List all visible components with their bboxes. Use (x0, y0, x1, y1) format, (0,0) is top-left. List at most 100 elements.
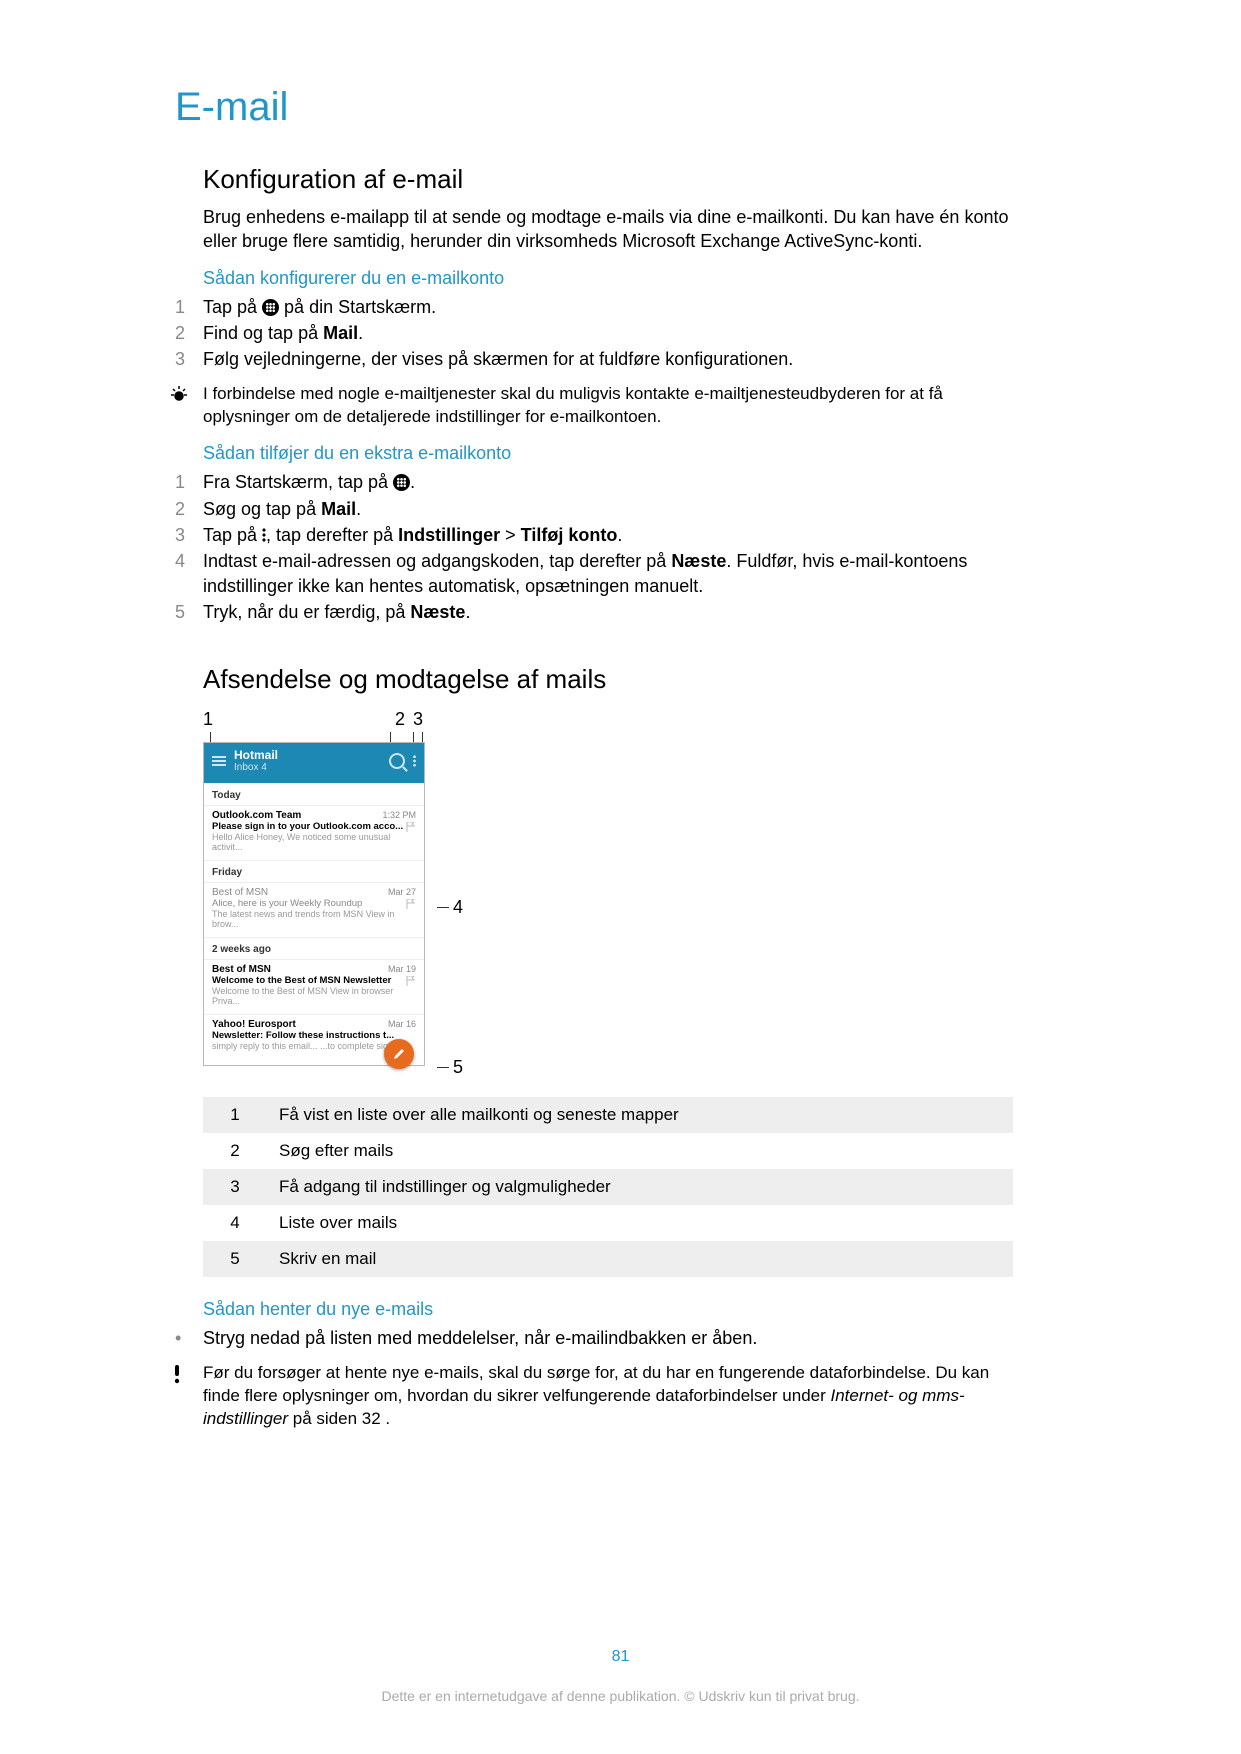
text-bold: Næste (410, 602, 465, 622)
text: Tap på (203, 525, 262, 545)
tip-text: I forbindelse med nogle e-mailtjenester … (203, 383, 1013, 429)
step-text: Følg vejledningerne, der vises på skærme… (203, 347, 1013, 371)
step-text: Tap på , tap derefter på Indstillinger >… (203, 523, 1013, 547)
screenshot-figure: 1 2 3 Hotmail Inbox 4 Today (203, 709, 1013, 1069)
legend-num: 3 (203, 1169, 267, 1205)
step-text: Find og tap på Mail. (203, 321, 1013, 345)
mail-group-header: Today (204, 783, 424, 805)
lightbulb-icon (169, 383, 203, 429)
text-bold: Indstillinger (398, 525, 500, 545)
step-text: Tryk, når du er færdig, på Næste. (203, 600, 1013, 624)
intro-paragraph: Brug enhedens e-mailapp til at sende og … (203, 205, 1013, 254)
step-number: 4 (175, 549, 203, 598)
mail-account-name: Hotmail (234, 749, 381, 762)
table-row: 4Liste over mails (203, 1205, 1013, 1241)
warning-note: Før du forsøger at hente nye e-mails, sk… (203, 1362, 1013, 1431)
mail-from: Best of MSN (212, 964, 271, 975)
text: . (358, 323, 363, 343)
callout-3: 3 (405, 709, 423, 730)
text: , tap derefter på (266, 525, 398, 545)
text: på siden 32 . (288, 1409, 390, 1428)
mail-preview: Welcome to the Best of MSN View in brows… (212, 986, 416, 1006)
callout-5: 5 (453, 1057, 463, 1078)
text: . (356, 499, 361, 519)
callout-1: 1 (203, 709, 221, 730)
mail-time: Mar 16 (388, 1019, 416, 1030)
page-title: E-mail (175, 85, 1066, 130)
subheading-configure: Sådan konfigurerer du en e-mailkonto (203, 268, 1013, 289)
legend-num: 1 (203, 1097, 267, 1133)
text: . (617, 525, 622, 545)
table-row: 1Få vist en liste over alle mailkonti og… (203, 1097, 1013, 1133)
mail-time: 1:32 PM (382, 810, 416, 821)
mail-list-item: Best of MSN Mar 27 Alice, here is your We… (204, 882, 424, 937)
search-icon (389, 753, 405, 769)
mail-preview: The latest news and trends from MSN View… (212, 909, 416, 929)
step-number: 2 (175, 321, 203, 345)
mail-subject: Alice, here is your Weekly Roundup (212, 898, 362, 909)
step-number: 1 (175, 470, 203, 494)
callout-row-top: 1 2 3 (203, 709, 423, 730)
legend-text: Få vist en liste over alle mailkonti og … (267, 1097, 1013, 1133)
mail-preview: Hello Alice Honey, We noticed some unusu… (212, 832, 416, 852)
step-text: Søg og tap på Mail. (203, 497, 1013, 521)
bullet-item: • Stryg nedad på listen med meddelelser,… (203, 1326, 1013, 1350)
mail-subject: Please sign in to your Outlook.com acco.… (212, 821, 403, 832)
legend-table: 1Få vist en liste over alle mailkonti og… (203, 1097, 1013, 1277)
mail-group-header: Friday (204, 860, 424, 882)
text: Søg og tap på (203, 499, 321, 519)
phone-screenshot: Hotmail Inbox 4 Today Outlook.com Team 1:… (203, 742, 425, 1066)
step-number: 3 (175, 347, 203, 371)
kebab-icon (413, 755, 416, 767)
text: . (410, 472, 415, 492)
text: Tap på (203, 297, 262, 317)
subheading-add-account: Sådan tilføjer du en ekstra e-mailkonto (203, 443, 1013, 464)
app-grid-icon (393, 474, 410, 491)
steps-configure: 1 Tap på på din Startskærm. 2 Find og ta… (203, 295, 1013, 372)
step-number: 2 (175, 497, 203, 521)
text: Find og tap på (203, 323, 323, 343)
page-number: 81 (0, 1648, 1241, 1666)
text: > (500, 525, 521, 545)
callout-ticks (203, 732, 423, 742)
tip-note: I forbindelse med nogle e-mailtjenester … (203, 383, 1013, 429)
mail-list-item: Best of MSNMar 19 Welcome to the Best of… (204, 959, 424, 1014)
mail-from: Best of MSN (212, 887, 268, 898)
bullet-icon: • (175, 1326, 203, 1350)
mail-list-item: Outlook.com Team 1:32 PM Please sign in t… (204, 805, 424, 860)
side-callouts: 4 5 (437, 709, 467, 1069)
text: Indtast e-mail-adressen og adgangskoden,… (203, 551, 671, 571)
step-number: 3 (175, 523, 203, 547)
text: . (465, 602, 470, 622)
section-heading-config: Konfiguration af e-mail (203, 164, 1013, 195)
legend-num: 5 (203, 1241, 267, 1277)
flag-icon (406, 822, 416, 832)
hamburger-icon (212, 756, 226, 766)
mail-from: Outlook.com Team (212, 810, 301, 821)
mail-time: Mar 27 (388, 887, 416, 898)
app-grid-icon (262, 299, 279, 316)
step-text: Indtast e-mail-adressen og adgangskoden,… (203, 549, 1013, 598)
step-number: 5 (175, 600, 203, 624)
warning-icon (169, 1362, 203, 1431)
mail-group-header: 2 weeks ago (204, 937, 424, 959)
warning-text: Før du forsøger at hente nye e-mails, sk… (203, 1362, 1013, 1431)
legend-text: Få adgang til indstillinger og valgmulig… (267, 1169, 1013, 1205)
mail-header: Hotmail Inbox 4 (204, 743, 424, 783)
step-number: 1 (175, 295, 203, 319)
legend-text: Søg efter mails (267, 1133, 1013, 1169)
bullet-text: Stryg nedad på listen med meddelelser, n… (203, 1326, 757, 1350)
mail-inbox-label: Inbox 4 (234, 762, 381, 773)
text: på din Startskærm. (279, 297, 436, 317)
table-row: 2Søg efter mails (203, 1133, 1013, 1169)
footer-copyright: Dette er en internetudgave af denne publ… (0, 1688, 1241, 1704)
step-text: Tap på på din Startskærm. (203, 295, 1013, 319)
text: Fra Startskærm, tap på (203, 472, 393, 492)
flag-icon (406, 976, 416, 986)
subheading-fetch: Sådan henter du nye e-mails (203, 1299, 1013, 1320)
text-bold: Tilføj konto (521, 525, 618, 545)
text-bold: Mail (321, 499, 356, 519)
callout-4: 4 (453, 897, 463, 918)
legend-text: Skriv en mail (267, 1241, 1013, 1277)
legend-num: 4 (203, 1205, 267, 1241)
